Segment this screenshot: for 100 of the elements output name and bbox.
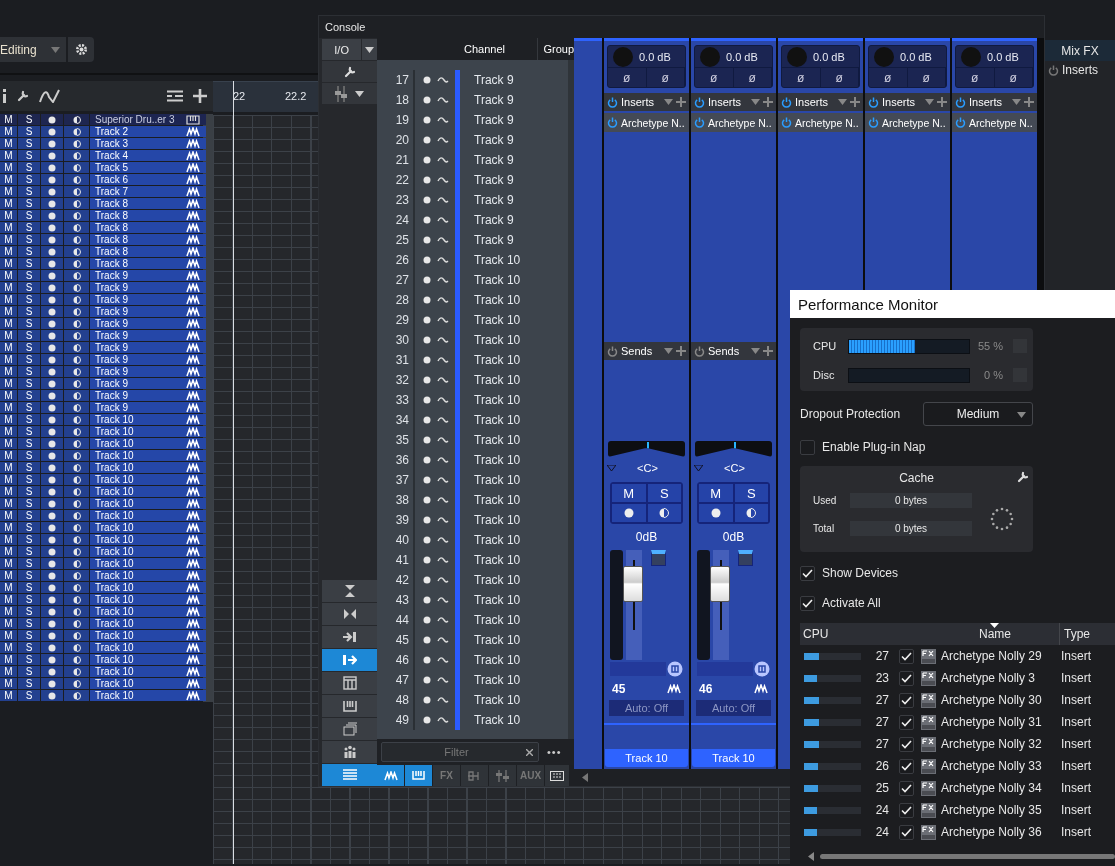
solo-button[interactable]: S bbox=[18, 462, 40, 473]
track-header[interactable]: Track 10 bbox=[90, 462, 206, 473]
mute-button[interactable]: M bbox=[0, 546, 17, 557]
inserts-header[interactable]: Inserts bbox=[778, 93, 863, 111]
solo-button[interactable]: S bbox=[18, 414, 40, 425]
phase-button[interactable]: ø bbox=[994, 68, 1033, 87]
link-icon[interactable] bbox=[667, 661, 683, 677]
track-header[interactable]: Track 10 bbox=[90, 558, 206, 569]
solo-button[interactable]: S bbox=[18, 162, 40, 173]
track-header[interactable]: Track 10 bbox=[90, 606, 206, 617]
mute-button[interactable]: M bbox=[0, 510, 17, 521]
track-header[interactable]: Track 10 bbox=[90, 534, 206, 545]
insert-slot[interactable]: Archetype N.. bbox=[865, 113, 950, 132]
solo-button[interactable]: S bbox=[18, 234, 40, 245]
mute-button[interactable]: M bbox=[0, 198, 17, 209]
mute-button[interactable]: M bbox=[0, 378, 17, 389]
mute-button[interactable]: M bbox=[0, 342, 17, 353]
channel-name[interactable]: Track 10 bbox=[474, 473, 521, 487]
channel-name[interactable]: Track 10 bbox=[474, 293, 521, 307]
view-button[interactable] bbox=[322, 626, 377, 648]
fader-thumb[interactable] bbox=[710, 565, 730, 602]
link-icon[interactable] bbox=[754, 661, 770, 677]
phase-button[interactable]: ø bbox=[608, 68, 647, 87]
channel-name[interactable]: Track 10 bbox=[474, 393, 521, 407]
solo-button[interactable]: S bbox=[18, 486, 40, 497]
insert-slot[interactable]: Archetype N.. bbox=[691, 113, 776, 132]
solo-button[interactable]: S bbox=[18, 498, 40, 509]
channel-name[interactable]: Track 10 bbox=[474, 573, 521, 587]
mute-button[interactable]: M bbox=[0, 390, 17, 401]
solo-button[interactable]: S bbox=[18, 402, 40, 413]
solo-button[interactable]: S bbox=[18, 354, 40, 365]
list-icon[interactable] bbox=[167, 90, 183, 102]
solo-button[interactable]: S bbox=[18, 150, 40, 161]
channel-name[interactable]: Track 10 bbox=[474, 413, 521, 427]
plugin-name[interactable]: Archetype Nolly 34 bbox=[941, 781, 1061, 795]
solo-button[interactable]: S bbox=[18, 654, 40, 665]
track-header[interactable]: Track 8 bbox=[90, 234, 206, 245]
track-header[interactable]: Track 10 bbox=[90, 570, 206, 581]
filter-input[interactable]: Filter bbox=[387, 745, 526, 759]
mute-button[interactable]: M bbox=[0, 690, 17, 701]
checkbox[interactable] bbox=[800, 439, 815, 455]
channel-name[interactable]: Track 9 bbox=[474, 213, 514, 227]
inserts-header[interactable]: Inserts bbox=[1045, 61, 1115, 79]
plugin-name[interactable]: Archetype Nolly 33 bbox=[941, 759, 1061, 773]
track-header[interactable]: Track 9 bbox=[90, 354, 206, 365]
insert-slot[interactable]: Archetype N.. bbox=[778, 113, 863, 132]
mute-button[interactable]: M bbox=[0, 318, 17, 329]
solo-button[interactable]: S bbox=[18, 270, 40, 281]
phase-button[interactable]: ø bbox=[820, 68, 859, 87]
dropdown-button[interactable] bbox=[362, 39, 377, 60]
track-header[interactable]: Track 10 bbox=[90, 414, 206, 425]
mute-button[interactable]: M bbox=[0, 222, 17, 233]
mute-button[interactable]: M bbox=[0, 114, 17, 125]
mute-button[interactable]: M bbox=[0, 306, 17, 317]
fader-view-button[interactable] bbox=[322, 83, 377, 104]
inserts-header[interactable]: Inserts bbox=[691, 93, 776, 111]
fader-track[interactable] bbox=[626, 550, 642, 660]
phase-button[interactable]: ø bbox=[646, 68, 685, 87]
mute-button[interactable]: M bbox=[0, 138, 17, 149]
track-header[interactable]: Track 9 bbox=[90, 270, 206, 281]
channel-name[interactable]: Track 10 bbox=[605, 749, 688, 767]
scroll-left-icon[interactable] bbox=[582, 773, 588, 782]
checkbox[interactable] bbox=[800, 595, 815, 611]
track-header[interactable]: Track 10 bbox=[90, 678, 206, 689]
channel-name[interactable]: Track 10 bbox=[474, 253, 521, 267]
channel-name[interactable]: Track 9 bbox=[474, 93, 514, 107]
track-header[interactable]: Track 10 bbox=[90, 690, 206, 701]
track-header[interactable]: Track 10 bbox=[90, 546, 206, 557]
phase-button[interactable]: ø bbox=[869, 68, 908, 87]
channel-name[interactable]: Track 9 bbox=[474, 73, 514, 87]
insert-slot[interactable]: Archetype N.. bbox=[952, 113, 1037, 132]
solo-button[interactable]: S bbox=[733, 483, 769, 503]
settings-button[interactable] bbox=[68, 37, 94, 62]
channel-name[interactable]: Track 9 bbox=[474, 113, 514, 127]
solo-button[interactable]: S bbox=[18, 342, 40, 353]
channel-name[interactable]: Track 10 bbox=[474, 693, 521, 707]
plugin-name[interactable]: Archetype Nolly 32 bbox=[941, 737, 1061, 751]
channel-name[interactable]: Track 9 bbox=[474, 233, 514, 247]
column-header[interactable]: Type bbox=[1059, 623, 1115, 645]
solo-button[interactable]: S bbox=[18, 222, 40, 233]
mute-button[interactable]: M bbox=[0, 210, 17, 221]
track-header[interactable]: Track 8 bbox=[90, 222, 206, 233]
solo-button[interactable]: S bbox=[18, 390, 40, 401]
mute-button[interactable]: M bbox=[0, 246, 17, 257]
info-icon[interactable] bbox=[2, 89, 7, 103]
mute-button[interactable]: M bbox=[0, 666, 17, 677]
solo-button[interactable]: S bbox=[18, 450, 40, 461]
scroll-left-icon[interactable] bbox=[808, 851, 814, 861]
track-header[interactable]: Track 10 bbox=[90, 582, 206, 593]
track-header[interactable]: Track 9 bbox=[90, 342, 206, 353]
channel-name[interactable]: Track 10 bbox=[474, 373, 521, 387]
mute-button[interactable]: M bbox=[0, 654, 17, 665]
solo-button[interactable]: S bbox=[18, 138, 40, 149]
clear-icon[interactable] bbox=[526, 748, 533, 756]
automation-button[interactable]: Auto: Off bbox=[609, 700, 684, 716]
mute-button[interactable]: M bbox=[0, 402, 17, 413]
solo-button[interactable]: S bbox=[18, 198, 40, 209]
track-header[interactable]: Track 9 bbox=[90, 306, 206, 317]
mute-button[interactable]: M bbox=[0, 186, 17, 197]
checkbox[interactable] bbox=[899, 736, 914, 752]
